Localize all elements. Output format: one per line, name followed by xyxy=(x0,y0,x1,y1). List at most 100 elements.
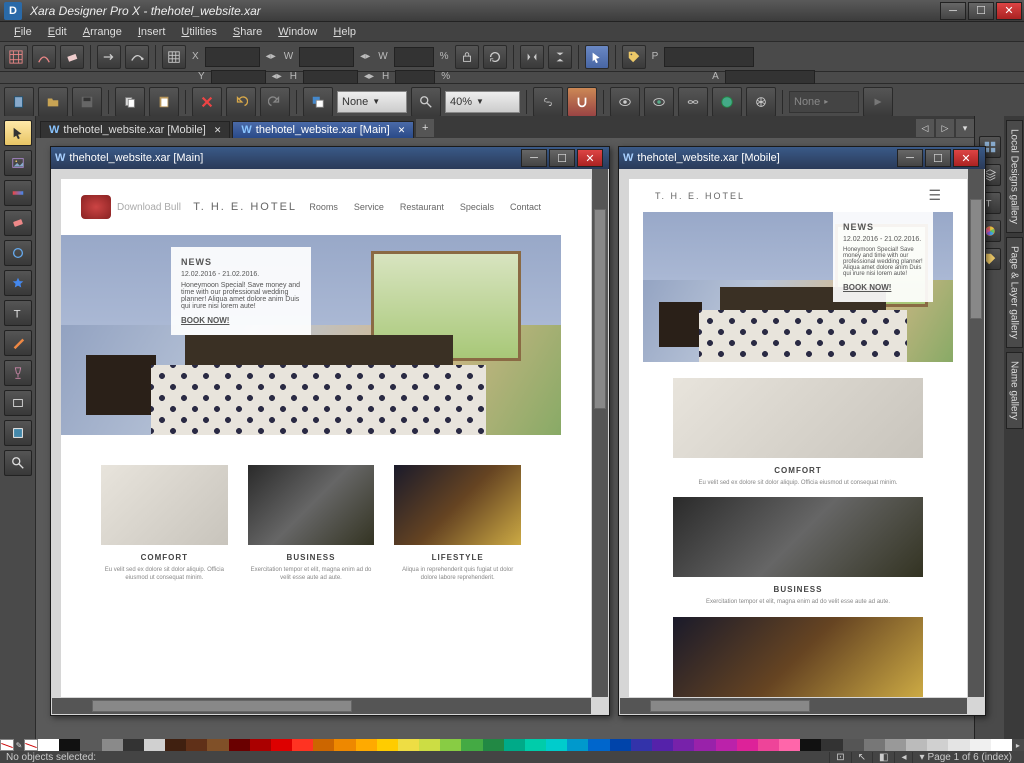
color-swatch-40[interactable] xyxy=(885,739,906,751)
menu-insert[interactable]: Insert xyxy=(130,24,174,40)
undo-icon[interactable] xyxy=(226,87,256,117)
no-color-swatch[interactable] xyxy=(0,739,14,751)
color-swatch-14[interactable] xyxy=(334,739,355,751)
copy-icon[interactable] xyxy=(115,87,145,117)
doc-window-main[interactable]: W thehotel_website.xar [Main] ─ ☐ ✕ Down… xyxy=(50,146,610,716)
menu-window[interactable]: Window xyxy=(270,24,325,40)
color-swatch-32[interactable] xyxy=(716,739,737,751)
color-swatch-29[interactable] xyxy=(652,739,673,751)
h-pct-input[interactable] xyxy=(395,70,435,84)
doc-window-mobile[interactable]: W thehotel_website.xar [Mobile] ─ ☐ ✕ T.… xyxy=(618,146,986,716)
color-swatch-31[interactable] xyxy=(694,739,715,751)
color-swatch-28[interactable] xyxy=(631,739,652,751)
eraser-tool[interactable] xyxy=(4,210,32,236)
window-maximize-button[interactable]: ☐ xyxy=(968,2,994,20)
menu-file[interactable]: File xyxy=(6,24,40,40)
curve-tool-icon[interactable] xyxy=(125,45,149,69)
color-swatch-33[interactable] xyxy=(737,739,758,751)
doc-maximize-main[interactable]: ☐ xyxy=(549,149,575,167)
grid-toggle-icon[interactable] xyxy=(162,45,186,69)
status-snap-icon[interactable]: ⊡ xyxy=(829,752,850,763)
color-scroll-right[interactable]: ▸ xyxy=(1012,739,1024,751)
window-minimize-button[interactable]: ─ xyxy=(940,2,966,20)
tab-menu[interactable]: ▾ xyxy=(956,119,974,137)
doc-minimize-mobile[interactable]: ─ xyxy=(897,149,923,167)
rail-tab-0[interactable]: Local Designs gallery xyxy=(1006,120,1023,233)
open-file-icon[interactable] xyxy=(38,87,68,117)
name-dropdown[interactable]: None ▸ xyxy=(789,91,859,113)
a-input[interactable] xyxy=(725,70,815,84)
refresh-icon[interactable] xyxy=(483,45,507,69)
menu-help[interactable]: Help xyxy=(325,24,364,40)
doc-title-bar-main[interactable]: W thehotel_website.xar [Main] ─ ☐ ✕ xyxy=(51,147,609,169)
snap-icon[interactable] xyxy=(567,87,597,117)
doc-close-mobile[interactable]: ✕ xyxy=(953,149,979,167)
crop-tool[interactable] xyxy=(4,420,32,446)
color-swatch-17[interactable] xyxy=(398,739,419,751)
color-swatch-4[interactable] xyxy=(123,739,144,751)
menu-arrange[interactable]: Arrange xyxy=(75,24,130,40)
color-swatch-39[interactable] xyxy=(864,739,885,751)
color-swatch-2[interactable] xyxy=(80,739,101,751)
shape-tool[interactable] xyxy=(4,240,32,266)
canvas-main[interactable]: Download Bull T. H. E. HOTEL RoomsServic… xyxy=(51,169,609,715)
arrange-icon[interactable] xyxy=(303,87,333,117)
color-swatch-7[interactable] xyxy=(186,739,207,751)
eraser-icon[interactable] xyxy=(60,45,84,69)
color-swatch-9[interactable] xyxy=(229,739,250,751)
rail-tab-1[interactable]: Page & Layer gallery xyxy=(1006,237,1023,348)
color-swatch-43[interactable] xyxy=(948,739,969,751)
menu-share[interactable]: Share xyxy=(225,24,270,40)
color-swatch-36[interactable] xyxy=(800,739,821,751)
link-icon[interactable] xyxy=(533,87,563,117)
delete-icon[interactable] xyxy=(192,87,222,117)
doc-tab-1[interactable]: Wthehotel_website.xar [Main]✕ xyxy=(232,121,414,138)
color-swatch-16[interactable] xyxy=(377,739,398,751)
color-swatch-0[interactable] xyxy=(38,739,59,751)
gradient-tool[interactable] xyxy=(4,180,32,206)
tab-nav-right[interactable]: ▷ xyxy=(936,119,954,137)
color-swatch-22[interactable] xyxy=(504,739,525,751)
color-swatch-34[interactable] xyxy=(758,739,779,751)
color-swatch-42[interactable] xyxy=(927,739,948,751)
redo-icon[interactable] xyxy=(260,87,290,117)
h-input[interactable] xyxy=(303,70,358,84)
color-bar[interactable]: ✎ ▸ xyxy=(0,739,1024,751)
new-file-icon[interactable] xyxy=(4,87,34,117)
export-web-icon[interactable] xyxy=(712,87,742,117)
color-swatch-23[interactable] xyxy=(525,739,546,751)
w-pct-input[interactable] xyxy=(394,47,434,67)
color-swatch-12[interactable] xyxy=(292,739,313,751)
color-swatch-44[interactable] xyxy=(970,739,991,751)
rectangle-tool[interactable] xyxy=(4,390,32,416)
doc-tab-0[interactable]: Wthehotel_website.xar [Mobile]✕ xyxy=(40,121,230,138)
color-swatch-15[interactable] xyxy=(356,739,377,751)
tab-nav-left[interactable]: ◁ xyxy=(916,119,934,137)
color-swatch-10[interactable] xyxy=(250,739,271,751)
status-live-icon[interactable]: ◧ xyxy=(872,752,894,763)
menu-utilities[interactable]: Utilities xyxy=(173,24,224,40)
doc-close-main[interactable]: ✕ xyxy=(577,149,603,167)
flip-h-icon[interactable] xyxy=(520,45,544,69)
publish-icon[interactable] xyxy=(746,87,776,117)
bezier-icon[interactable] xyxy=(32,45,56,69)
color-swatch-35[interactable] xyxy=(779,739,800,751)
scrollbar-h-main[interactable] xyxy=(52,698,591,714)
color-swatch-6[interactable] xyxy=(165,739,186,751)
x-input[interactable] xyxy=(205,47,260,67)
canvas-mobile[interactable]: T. H. E. HOTEL ☰ NEWS 12.02.2016 - 21.02… xyxy=(619,169,985,715)
scrollbar-v-mobile[interactable] xyxy=(968,169,984,697)
color-swatch-38[interactable] xyxy=(843,739,864,751)
doc-minimize-main[interactable]: ─ xyxy=(521,149,547,167)
w-input[interactable] xyxy=(299,47,354,67)
arrow-tool-icon[interactable] xyxy=(97,45,121,69)
snap-grid-icon[interactable] xyxy=(4,45,28,69)
fill-none-dropdown[interactable]: None ▼ xyxy=(337,91,407,113)
page-indicator[interactable]: ▾ Page 1 of 6 (index) xyxy=(912,752,1018,763)
link-chain-icon[interactable] xyxy=(678,87,708,117)
color-swatch-21[interactable] xyxy=(483,739,504,751)
paste-icon[interactable] xyxy=(149,87,179,117)
new-tab-button[interactable]: + xyxy=(416,119,434,137)
rail-tab-2[interactable]: Name gallery xyxy=(1006,352,1023,429)
photo-tool[interactable] xyxy=(4,150,32,176)
